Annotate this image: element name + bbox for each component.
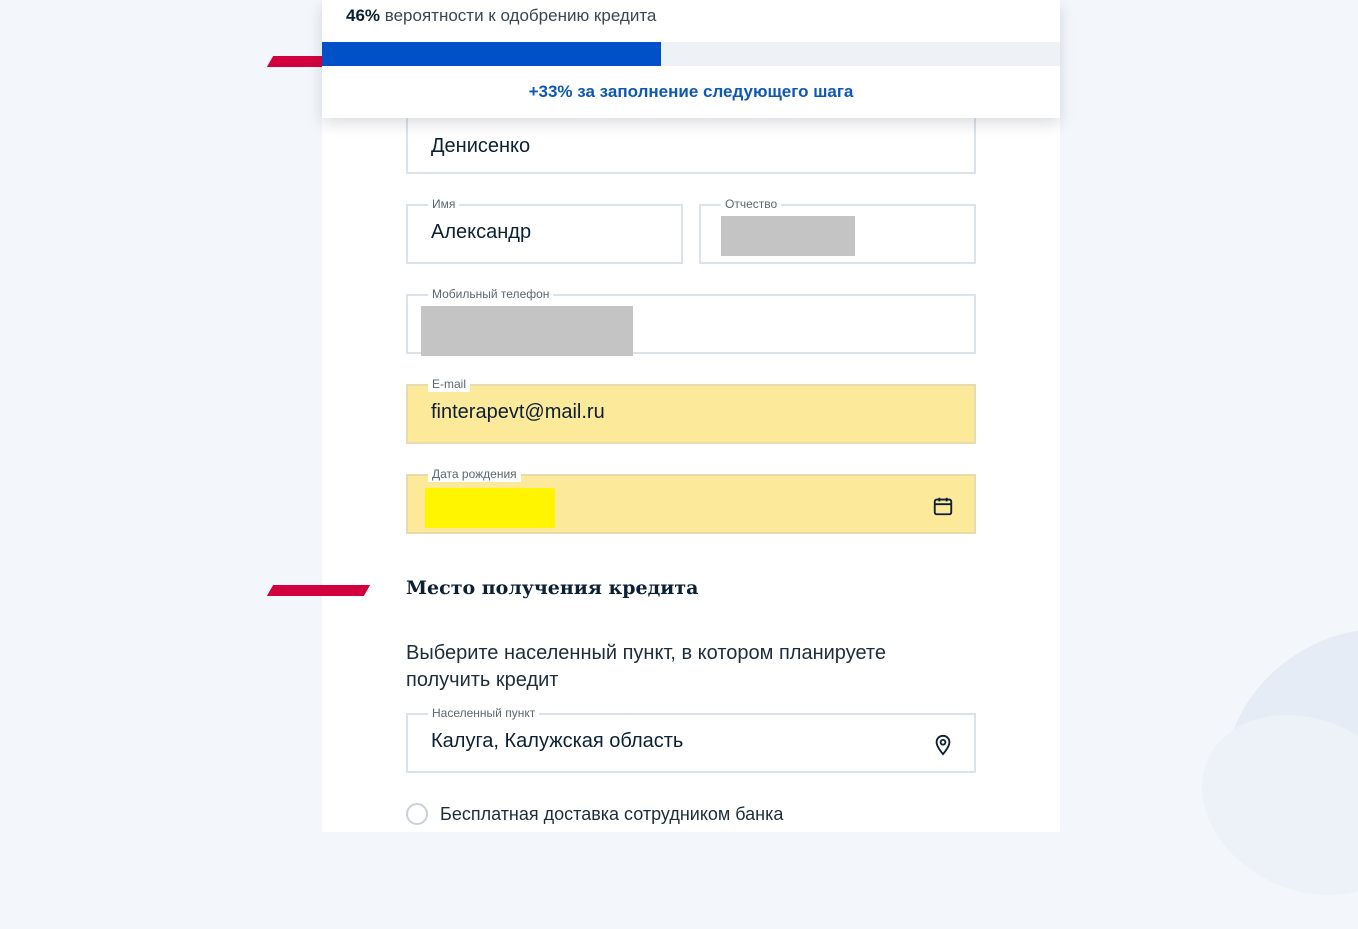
progress-bar-fill (322, 42, 662, 66)
delivery-option-label: Бесплатная доставка сотрудником банка (440, 803, 784, 824)
name-field[interactable]: Имя Александр (406, 196, 683, 264)
phone-label: Мобильный телефон (428, 286, 554, 302)
settlement-field[interactable]: Населенный пункт Калуга, Калужская облас… (406, 705, 976, 773)
patronymic-label: Отчество (721, 196, 782, 212)
patronymic-field[interactable]: Отчество (699, 196, 976, 264)
birthdate-field[interactable]: Дата рождения (406, 466, 976, 534)
approval-text: вероятности к одобрению кредита (384, 6, 657, 25)
name-value: Александр (431, 221, 532, 243)
delivery-radio[interactable] (406, 803, 428, 825)
settlement-label: Населенный пункт (428, 705, 540, 721)
delivery-option[interactable]: Бесплатная доставка сотрудником банка (406, 803, 783, 825)
next-step-bonus: +33% за заполнение следующего шага (528, 82, 854, 101)
approval-percent: 46% (346, 6, 381, 25)
red-accent-stripe (266, 585, 371, 596)
name-label: Имя (428, 196, 460, 212)
redacted-phone (421, 306, 633, 356)
email-label: E-mail (428, 376, 471, 392)
calendar-icon[interactable] (932, 495, 954, 517)
phone-field[interactable]: Мобильный телефон (406, 286, 976, 356)
email-value: finterapevt@mail.ru (431, 401, 605, 423)
redacted-birthdate (425, 488, 555, 528)
surname-value: Денисенко (431, 135, 531, 157)
birthdate-label: Дата рождения (428, 466, 521, 482)
approval-probability: 46% вероятности к одобрению кредита (346, 6, 656, 26)
email-field[interactable]: E-mail finterapevt@mail.ru (406, 376, 976, 444)
section-description: Выберите населенный пункт, в котором пла… (406, 642, 886, 691)
settlement-value: Калуга, Калужская область (431, 730, 684, 752)
approval-progress-panel: 46% вероятности к одобрению кредита +33%… (322, 0, 1060, 118)
section-title: Место получения кредита (406, 577, 699, 599)
location-pin-icon[interactable] (932, 734, 954, 756)
progress-bar (322, 42, 1060, 66)
redacted-patronymic (721, 216, 855, 256)
